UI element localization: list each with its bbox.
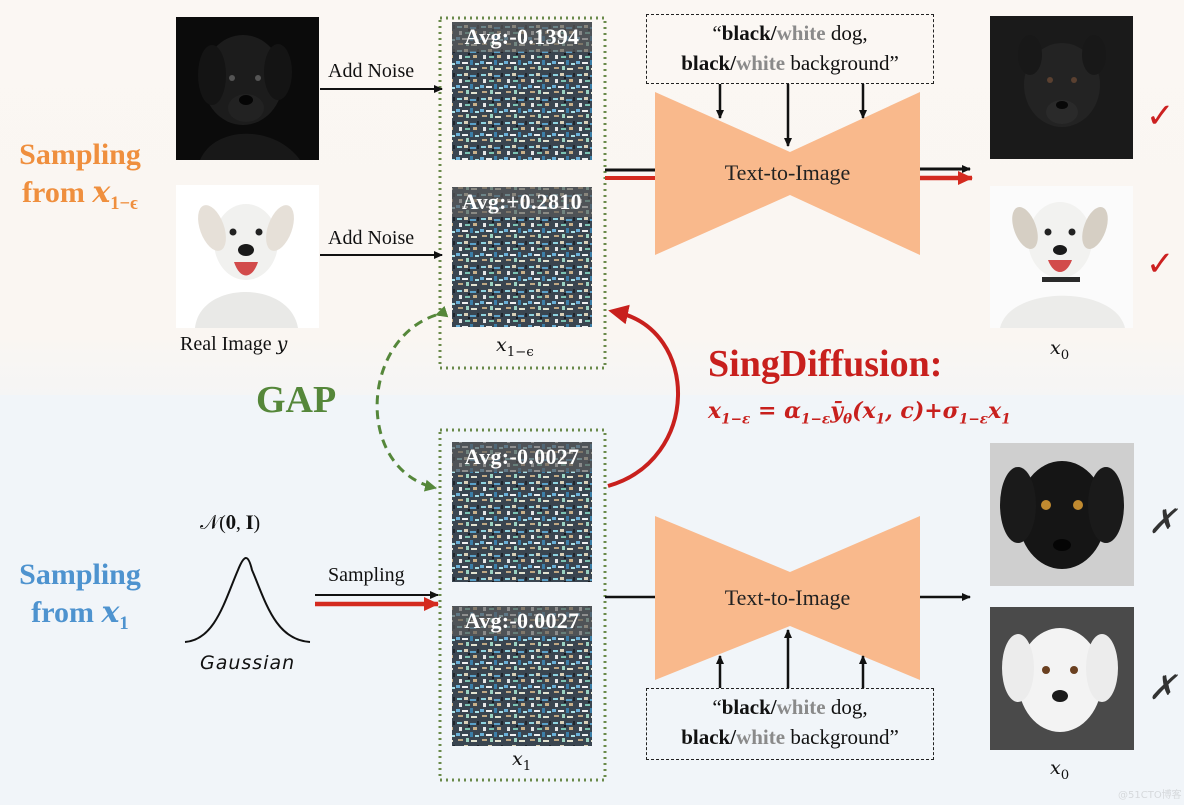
latent-caption-bottom: x1 xyxy=(512,748,532,774)
prompt-bottom-line1: “black/white dog, xyxy=(712,695,868,719)
black-dog-real-image xyxy=(176,17,319,160)
prompt-box-top: “black/white dog, black/white background… xyxy=(646,14,934,84)
top-title-line1: Sampling xyxy=(19,138,141,171)
gap-label: GAP xyxy=(256,379,337,421)
output-caption-bottom: x0 xyxy=(1050,757,1070,783)
latent-caption-top: x1−ϵ xyxy=(496,334,534,360)
normal-distribution-label: 𝒩(𝟎, 𝐈) xyxy=(200,512,261,534)
prompt-bottom-line2: black/white background” xyxy=(681,725,899,749)
output-black-dog-top xyxy=(990,16,1133,159)
sampling-arrow-label: Sampling xyxy=(328,564,405,586)
prompt-top-line2: black/white background” xyxy=(681,51,899,75)
output-black-dog-bottom xyxy=(990,443,1134,586)
watermark: @51CTO博客 xyxy=(1118,790,1182,801)
model-label-top: Text-to-Image xyxy=(724,160,851,185)
singdiffusion-title: SingDiffusion: xyxy=(708,343,943,385)
singdiffusion-equation: x1−ε = α1−εȳθ(x1, c)+σ1−εx1 xyxy=(708,398,1011,428)
prompt-box-bottom: “black/white dog, black/white background… xyxy=(646,688,934,760)
white-dog-real-image xyxy=(176,185,319,328)
output-white-dog-top xyxy=(990,186,1133,328)
add-noise-label-2: Add Noise xyxy=(328,227,415,249)
gap-curve xyxy=(375,305,449,492)
output-caption-top: x0 xyxy=(1050,337,1070,363)
check-icon-1: ✓ xyxy=(1146,98,1175,135)
bottom-title-line1: Sampling xyxy=(19,558,141,591)
noise-avg-2: Avg:+0.2810 xyxy=(452,187,592,217)
gaussian-caption: Gaussian xyxy=(200,652,296,674)
bottom-section-title: Sampling from x1 xyxy=(0,556,160,643)
singdiffusion-arrow xyxy=(607,304,680,488)
bottom-title-line2: from x1 xyxy=(31,595,129,634)
noise-avg-3: Avg:-0.0027 xyxy=(452,442,592,472)
check-icon-2: ✓ xyxy=(1146,246,1175,283)
top-title-line2: from x1−ϵ xyxy=(22,175,138,214)
noise-avg-4: Avg:-0.0027 xyxy=(452,606,592,636)
real-image-caption: Real Image y xyxy=(180,333,288,355)
gaussian-curve xyxy=(184,557,311,643)
model-label-bottom: Text-to-Image xyxy=(724,585,851,610)
cross-icon-1: ✗ xyxy=(1148,504,1177,541)
top-section-title: Sampling from x1−ϵ xyxy=(0,136,160,223)
add-noise-label-1: Add Noise xyxy=(328,60,415,82)
prompt-top-line1: “black/white dog, xyxy=(712,21,868,45)
output-white-dog-bottom xyxy=(990,607,1134,750)
noise-avg-1: Avg:-0.1394 xyxy=(452,22,592,52)
cross-icon-2: ✗ xyxy=(1148,670,1177,707)
